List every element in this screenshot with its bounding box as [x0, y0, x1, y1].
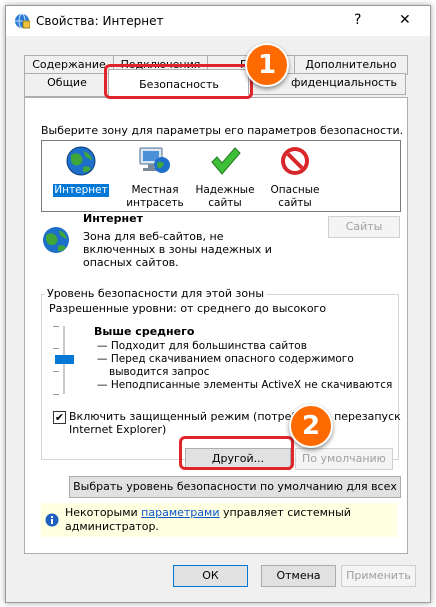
zone-item-internet[interactable]: Интернет: [46, 145, 116, 197]
level-bullet: — Перед скачиванием опасного содержимого: [97, 353, 354, 365]
settings-link[interactable]: параметрами: [141, 506, 219, 519]
protected-mode-text: Включить защищенный режим (потребуется п…: [69, 410, 401, 423]
checkmark-icon: [211, 147, 241, 175]
security-level-group-title: Уровень безопасности для этой зоны: [45, 287, 266, 300]
slider-tick: [53, 371, 59, 372]
zone-item-trusted-sites[interactable]: Надежные сайты: [190, 145, 260, 210]
callout-badge-1: 1: [245, 43, 289, 87]
protected-mode-checkbox[interactable]: ✔: [53, 411, 66, 424]
tab-content[interactable]: Содержание: [24, 55, 114, 75]
default-level-button[interactable]: По умолчанию: [295, 448, 393, 470]
zone-label: Надежные сайты: [195, 184, 255, 209]
protected-mode-label[interactable]: Включить защищенный режим (потребуется п…: [69, 410, 401, 436]
tab-label: фиденциальность: [291, 76, 397, 89]
zone-label: Местная интрасеть: [126, 184, 184, 209]
allowed-levels-text: Разрешенные уровни: от среднего до высок…: [49, 302, 327, 315]
admin-info-text: Некоторыми параметрами управляет системн…: [65, 506, 351, 534]
custom-button-highlight: [179, 436, 294, 470]
protected-mode-text: Internet Explorer): [69, 423, 167, 436]
zone-item-local-intranet[interactable]: Местная интрасеть: [120, 145, 190, 210]
internet-options-icon: [15, 13, 30, 29]
globe-icon: [43, 227, 69, 253]
callout-badge-2: 2: [289, 404, 333, 448]
title-bar: Свойства: Интернет ? ✕: [6, 6, 430, 36]
cancel-button[interactable]: Отмена: [261, 565, 336, 587]
info-text-part: Некоторыми: [65, 506, 142, 519]
help-button[interactable]: ?: [354, 12, 361, 28]
restricted-icon: [281, 147, 309, 175]
zone-list: Интернет Местная интрасеть Надежные сайт…: [41, 140, 401, 212]
tab-label: Общие: [47, 76, 87, 89]
apply-button[interactable]: Применить: [341, 565, 416, 587]
slider-tick: [53, 348, 59, 349]
zone-description: Зона для веб-сайтов, не включенных в зон…: [83, 230, 272, 269]
window-title: Свойства: Интернет: [36, 14, 164, 28]
zone-label: Опасные сайты: [270, 184, 320, 209]
security-slider-thumb[interactable]: [55, 355, 74, 364]
intranet-icon: [139, 147, 170, 173]
info-text-part: управляет системный: [219, 506, 351, 519]
info-text-part: администратор.: [65, 520, 159, 533]
reset-all-zones-button[interactable]: Выбрать уровень безопасности по умолчани…: [69, 476, 401, 513]
level-bullet: — Подходит для большинства сайтов: [97, 340, 307, 352]
tab-label: Содержание: [32, 58, 106, 71]
info-icon: [45, 513, 59, 527]
zone-prompt: Выберите зону для параметры его параметр…: [41, 124, 404, 137]
zone-title: Интернет: [83, 212, 143, 225]
admin-info-bar: Некоторыми параметрами управляет системн…: [41, 503, 397, 537]
level-bullet: выводится запрос: [109, 366, 210, 378]
zone-label: Интернет: [53, 184, 109, 197]
slider-tick: [53, 394, 59, 395]
slider-tick: [53, 326, 59, 327]
security-level-name: Выше среднего: [94, 325, 195, 338]
tab-advanced[interactable]: Дополнительно: [294, 55, 408, 75]
tab-label: Дополнительно: [305, 58, 397, 71]
sites-button[interactable]: Сайты: [328, 216, 400, 238]
level-bullet: — Неподписанные элементы ActiveX не скач…: [97, 379, 393, 391]
globe-icon: [66, 146, 96, 176]
ok-button[interactable]: ОК: [173, 565, 248, 587]
close-button[interactable]: ✕: [399, 12, 411, 28]
security-tab-panel: Выберите зону для параметры его параметр…: [24, 97, 408, 554]
zone-item-restricted-sites[interactable]: Опасные сайты: [260, 145, 330, 210]
security-tab-highlight: [104, 64, 253, 99]
tab-general[interactable]: Общие: [24, 73, 110, 97]
